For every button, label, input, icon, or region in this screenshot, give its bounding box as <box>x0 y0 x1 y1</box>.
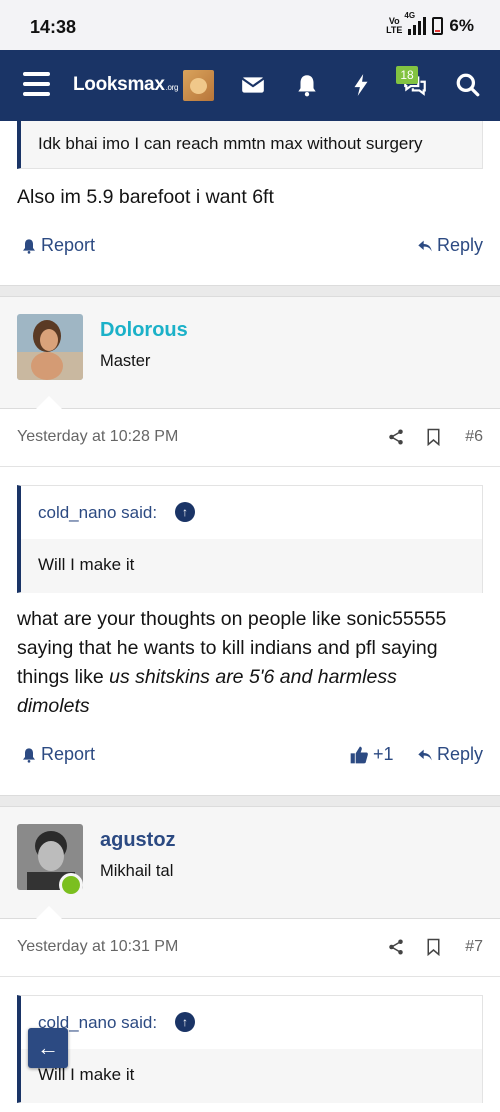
search-icon[interactable] <box>455 72 481 98</box>
battery-icon <box>432 17 444 35</box>
hamburger-icon[interactable] <box>23 72 50 96</box>
quote-text: Will I make it <box>38 1065 135 1084</box>
bell-icon <box>23 747 35 763</box>
user-title: Mikhail tal <box>100 862 174 880</box>
reply-button[interactable]: Reply <box>417 744 483 765</box>
post-date[interactable]: Yesterday at 10:31 PM <box>17 938 178 956</box>
quote-block: cold_nano said: ↑ Will I make it <box>17 485 483 593</box>
reaction-button[interactable]: +1 <box>349 744 394 765</box>
report-label: Report <box>41 235 96 255</box>
quote-text: Idk bhai imo I can reach mmtn max withou… <box>38 134 423 153</box>
notification-badge: 18 <box>396 66 418 84</box>
share-icon[interactable] <box>387 428 405 446</box>
quote-body: Will I make it <box>21 1049 482 1103</box>
post-number[interactable]: #6 <box>465 428 483 446</box>
online-status-indicator <box>59 873 83 897</box>
report-label: Report <box>41 744 96 764</box>
message-line: what are your thoughts on people like so… <box>17 608 447 630</box>
top-navbar: Looksmax.org <box>0 50 500 121</box>
battery-level: 6% <box>449 16 474 35</box>
bell-icon[interactable] <box>294 72 320 98</box>
quote-block: cold_nano said: ↑ Will I make it <box>17 995 483 1103</box>
post-number[interactable]: #7 <box>465 938 483 956</box>
status-time: 14:38 <box>30 17 77 37</box>
message-line: things like us shitskins are 5'6 and har… <box>17 666 397 688</box>
arrow-up-icon[interactable]: ↑ <box>175 502 195 522</box>
post-date[interactable]: Yesterday at 10:28 PM <box>17 428 178 446</box>
reply-label: Reply <box>437 744 484 764</box>
quote-header: cold_nano said: ↑ <box>21 996 482 1049</box>
bookmark-icon[interactable] <box>426 428 441 446</box>
post-actions: Report +1 Reply <box>0 744 500 774</box>
thumbs-up-icon <box>350 746 368 763</box>
user-block: agustoz Mikhail tal <box>0 807 500 919</box>
message-line: saying that he wants to kill indians and… <box>17 637 438 659</box>
reply-button[interactable]: Reply <box>417 235 483 256</box>
post-meta: Yesterday at 10:31 PM #7 <box>0 919 500 977</box>
post-message: what are your thoughts on people like so… <box>17 605 446 721</box>
user-title: Master <box>100 352 151 370</box>
post-separator <box>0 795 500 807</box>
share-icon[interactable] <box>387 938 405 956</box>
reply-icon <box>418 240 432 251</box>
envelope-icon[interactable] <box>240 72 266 98</box>
bookmark-icon[interactable] <box>426 938 441 956</box>
report-button[interactable]: Report <box>21 235 95 256</box>
avatar[interactable] <box>17 314 83 380</box>
post-separator <box>0 285 500 297</box>
user-block-pointer <box>35 395 63 409</box>
post-actions: Report Reply <box>0 235 500 265</box>
reply-icon <box>418 749 432 760</box>
site-logo[interactable]: Looksmax.org <box>73 74 178 96</box>
user-block-pointer <box>35 905 63 919</box>
post-message: Also im 5.9 barefoot i want 6ft <box>17 186 274 208</box>
volte-indicator: Vo LTE <box>386 16 403 35</box>
bolt-icon[interactable] <box>348 72 374 98</box>
quote-body: Will I make it <box>21 539 482 593</box>
back-arrow-icon[interactable]: ← <box>28 1028 68 1068</box>
account-avatar[interactable] <box>183 70 214 101</box>
status-icons: Vo LTE 4G 6% <box>386 11 474 36</box>
quote-block: Idk bhai imo I can reach mmtn max withou… <box>17 121 483 169</box>
user-block: Dolorous Master <box>0 297 500 409</box>
bell-icon <box>23 238 35 254</box>
quote-author[interactable]: cold_nano said: <box>38 503 157 523</box>
status-bar: 14:38 Vo LTE 4G 6% <box>0 0 500 50</box>
reply-label: Reply <box>437 235 484 255</box>
username[interactable]: Dolorous <box>100 319 188 342</box>
quote-text: Will I make it <box>38 555 135 574</box>
username[interactable]: agustoz <box>100 829 176 852</box>
signal-icon: 4G <box>404 11 427 35</box>
arrow-up-icon[interactable]: ↑ <box>175 1012 195 1032</box>
post-meta: Yesterday at 10:28 PM #6 <box>0 409 500 467</box>
report-button[interactable]: Report <box>21 744 95 765</box>
message-line: dimolets <box>17 695 90 717</box>
network-type: 4G <box>404 11 416 20</box>
reaction-count: +1 <box>373 744 394 764</box>
quote-header: cold_nano said: ↑ <box>21 486 482 539</box>
